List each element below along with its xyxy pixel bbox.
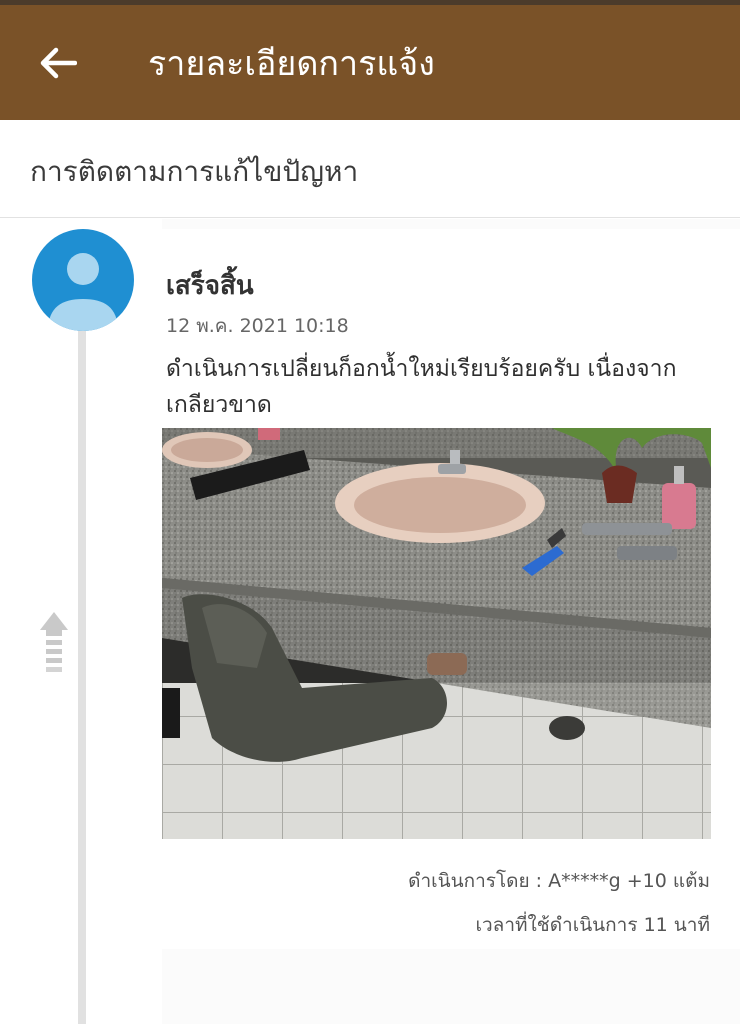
duration-row: เวลาที่ใช้ดำเนินการ 11 นาที: [476, 910, 710, 940]
scroll-up-arrow-icon[interactable]: [38, 612, 70, 680]
performed-by-label: ดำเนินการโดย :: [408, 870, 543, 892]
duration-value: 11 นาที: [643, 914, 710, 936]
arrow-left-icon: [40, 47, 77, 79]
app-bar: รายละเอียดการแจ้ง: [0, 5, 740, 120]
page-title: รายละเอียดการแจ้ง: [148, 44, 435, 84]
section-title: การติดตามการแก้ไขปัญหา: [30, 155, 359, 188]
points-badge: +10 แต้ม: [626, 870, 710, 892]
performed-by-row: ดำเนินการโดย : A*****g +10 แต้ม: [408, 866, 710, 896]
back-button[interactable]: [28, 33, 88, 93]
timeline-line: [78, 319, 86, 1024]
entry-datetime: 12 พ.ค. 2021 10:18: [166, 315, 349, 337]
performed-by-user: A*****g: [548, 870, 621, 892]
duration-label: เวลาที่ใช้ดำเนินการ: [475, 914, 638, 936]
user-avatar-icon: [32, 229, 134, 331]
entry-photo[interactable]: [162, 428, 711, 839]
status-label: เสร็จสิ้น: [166, 271, 254, 301]
entry-description: ดำเนินการเปลี่ยนก็อกน้ำใหม่เรียบร้อยครับ…: [166, 356, 677, 418]
section-header: การติดตามการแก้ไขปัญหา: [0, 120, 740, 218]
